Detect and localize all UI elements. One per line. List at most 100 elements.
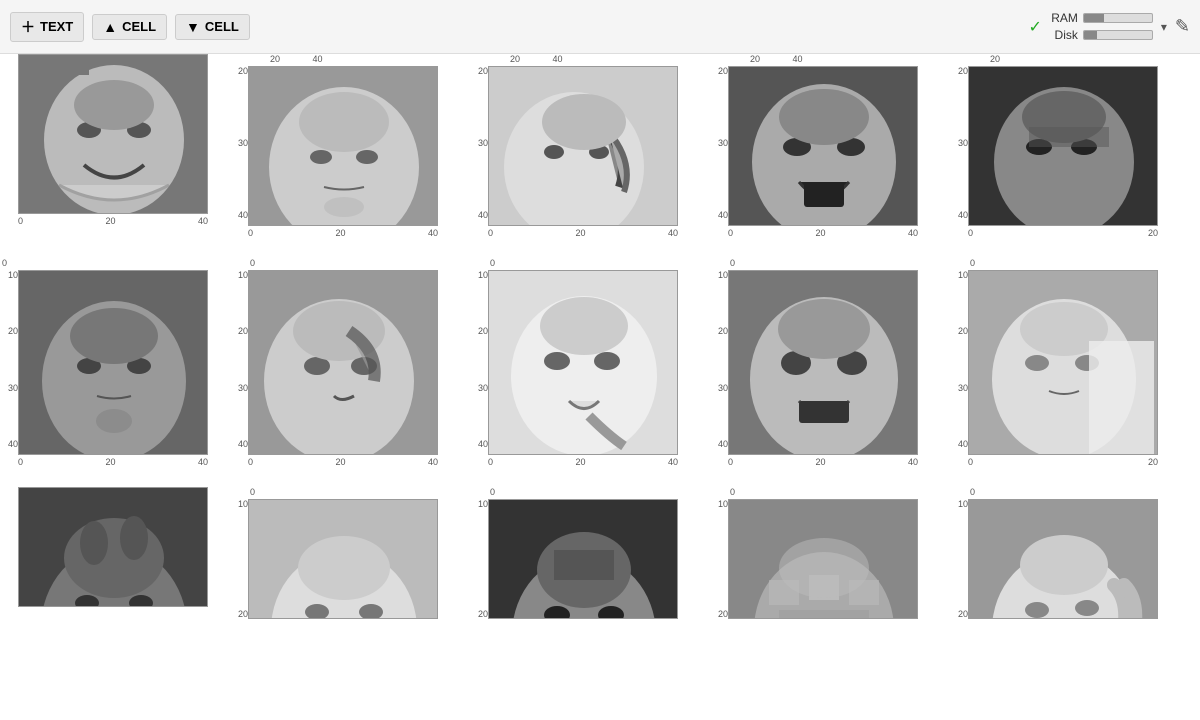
cell-9: 0 10 20 30 40	[700, 258, 940, 467]
status-checkmark: ✓	[1028, 17, 1041, 37]
face-image-11	[18, 487, 208, 607]
face-svg-15	[969, 500, 1158, 619]
face-svg-14	[729, 500, 918, 619]
face-svg-13	[489, 500, 678, 619]
cell-11	[0, 487, 220, 619]
top-axis-4: 20 40	[710, 54, 930, 64]
top-axis-10: 0	[950, 258, 1170, 268]
ram-fill	[1084, 14, 1104, 22]
cell-2: 20 40 20 30 40	[220, 54, 460, 238]
ram-label: RAM	[1050, 11, 1078, 25]
face-image-1	[18, 54, 208, 214]
arrow-down-icon: ▼	[186, 19, 200, 35]
text-button-label: TEXT	[40, 19, 73, 34]
face-image-4	[728, 66, 918, 226]
y-axis-6: 10 20 30 40	[0, 270, 18, 467]
top-axis-5: 20	[950, 54, 1170, 64]
y-axis-3: 20 30 40	[470, 66, 488, 238]
x-axis-4: 0 20 40	[728, 228, 918, 238]
plus-icon: ＋	[21, 17, 35, 37]
cell-6: 0 10 20 30 40	[0, 258, 220, 467]
top-axis-15: 0	[950, 487, 1170, 497]
cell-15: 0 10 20	[940, 487, 1180, 619]
face-image-14	[728, 499, 918, 619]
face-svg-8	[489, 271, 678, 455]
image-row-1: 0 20 40 20 40 20 30 40	[0, 54, 1200, 238]
cell-1: 0 20 40	[0, 54, 220, 238]
y-axis-15: 10 20	[950, 499, 968, 619]
top-axis-6: 0	[0, 258, 210, 268]
cell-12: 0 10 20	[220, 487, 460, 619]
disk-fill	[1084, 31, 1098, 39]
y-axis-4: 20 30 40	[710, 66, 728, 238]
x-axis-5: 0 20	[968, 228, 1158, 238]
top-axis-14: 0	[710, 487, 930, 497]
face-svg-7	[249, 271, 438, 455]
y-axis-13: 10 20	[470, 499, 488, 619]
cell-13: 0 10 20	[460, 487, 700, 619]
arrow-up-icon: ▲	[103, 19, 117, 35]
main-content: 0 20 40 20 40 20 30 40	[0, 54, 1200, 720]
x-axis-8: 0 20 40	[488, 457, 678, 467]
x-axis-7: 0 20 40	[248, 457, 438, 467]
top-axis-8: 0	[470, 258, 690, 268]
top-axis-3: 20 40	[470, 54, 690, 64]
y-axis-10: 10 20 30 40	[950, 270, 968, 467]
ram-meter	[1083, 13, 1153, 23]
top-axis-7: 0	[230, 258, 450, 268]
cell-10: 0 10 20 30 40	[940, 258, 1180, 467]
face-image-10	[968, 270, 1158, 455]
x-axis-2: 0 20 40	[248, 228, 438, 238]
face-svg-3	[489, 67, 678, 226]
x-axis-3: 0 20 40	[488, 228, 678, 238]
x-axis-9: 0 20 40	[728, 457, 918, 467]
top-axis-13: 0	[470, 487, 690, 497]
face-svg-5	[969, 67, 1158, 226]
y-axis-9: 10 20 30 40	[710, 270, 728, 467]
y-axis-12: 10 20	[230, 499, 248, 619]
y-axis-11	[0, 487, 18, 607]
pencil-icon[interactable]: ✎	[1175, 16, 1190, 37]
face-image-9	[728, 270, 918, 455]
y-axis-14: 10 20	[710, 499, 728, 619]
image-row-2: 0 10 20 30 40	[0, 258, 1200, 467]
face-svg-6	[19, 271, 208, 455]
face-image-5	[968, 66, 1158, 226]
y-axis-8: 10 20 30 40	[470, 270, 488, 467]
face-image-8	[488, 270, 678, 455]
dropdown-arrow-icon[interactable]: ▾	[1161, 20, 1167, 34]
face-image-7	[248, 270, 438, 455]
y-axis-2: 20 30 40	[230, 66, 248, 238]
cell-4: 20 40 20 30 40	[700, 54, 940, 238]
face-svg-2	[249, 67, 438, 226]
cell-14: 0 10 20	[700, 487, 940, 619]
cell-up-button[interactable]: ▲ CELL	[92, 14, 167, 40]
face-image-3	[488, 66, 678, 226]
face-image-6	[18, 270, 208, 455]
text-button[interactable]: ＋ TEXT	[10, 12, 84, 42]
x-axis-10: 0 20	[968, 457, 1158, 467]
disk-meter	[1083, 30, 1153, 40]
cell-8: 0 10 20 30 40	[460, 258, 700, 467]
face-svg-12	[249, 500, 438, 619]
face-image-13	[488, 499, 678, 619]
x-axis-6: 0 20 40	[18, 457, 208, 467]
face-svg-10	[969, 271, 1158, 455]
face-image-15	[968, 499, 1158, 619]
top-axis-2: 20 40	[230, 54, 450, 64]
disk-row: Disk	[1050, 28, 1153, 42]
face-image-2	[248, 66, 438, 226]
toolbar: ＋ TEXT ▲ CELL ▼ CELL ✓ RAM Disk ▾ ✎	[0, 0, 1200, 54]
cell-down-label: CELL	[205, 19, 239, 34]
cell-down-button[interactable]: ▼ CELL	[175, 14, 250, 40]
cell-5: 20 20 30 40	[940, 54, 1180, 238]
top-axis-12: 0	[230, 487, 450, 497]
face-svg-9	[729, 271, 918, 455]
resource-panel: RAM Disk	[1050, 11, 1153, 42]
disk-label: Disk	[1050, 28, 1078, 42]
ram-row: RAM	[1050, 11, 1153, 25]
cell-7: 0 10 20 30 40	[220, 258, 460, 467]
top-axis-9: 0	[710, 258, 930, 268]
face-image-12	[248, 499, 438, 619]
cell-up-label: CELL	[122, 19, 156, 34]
